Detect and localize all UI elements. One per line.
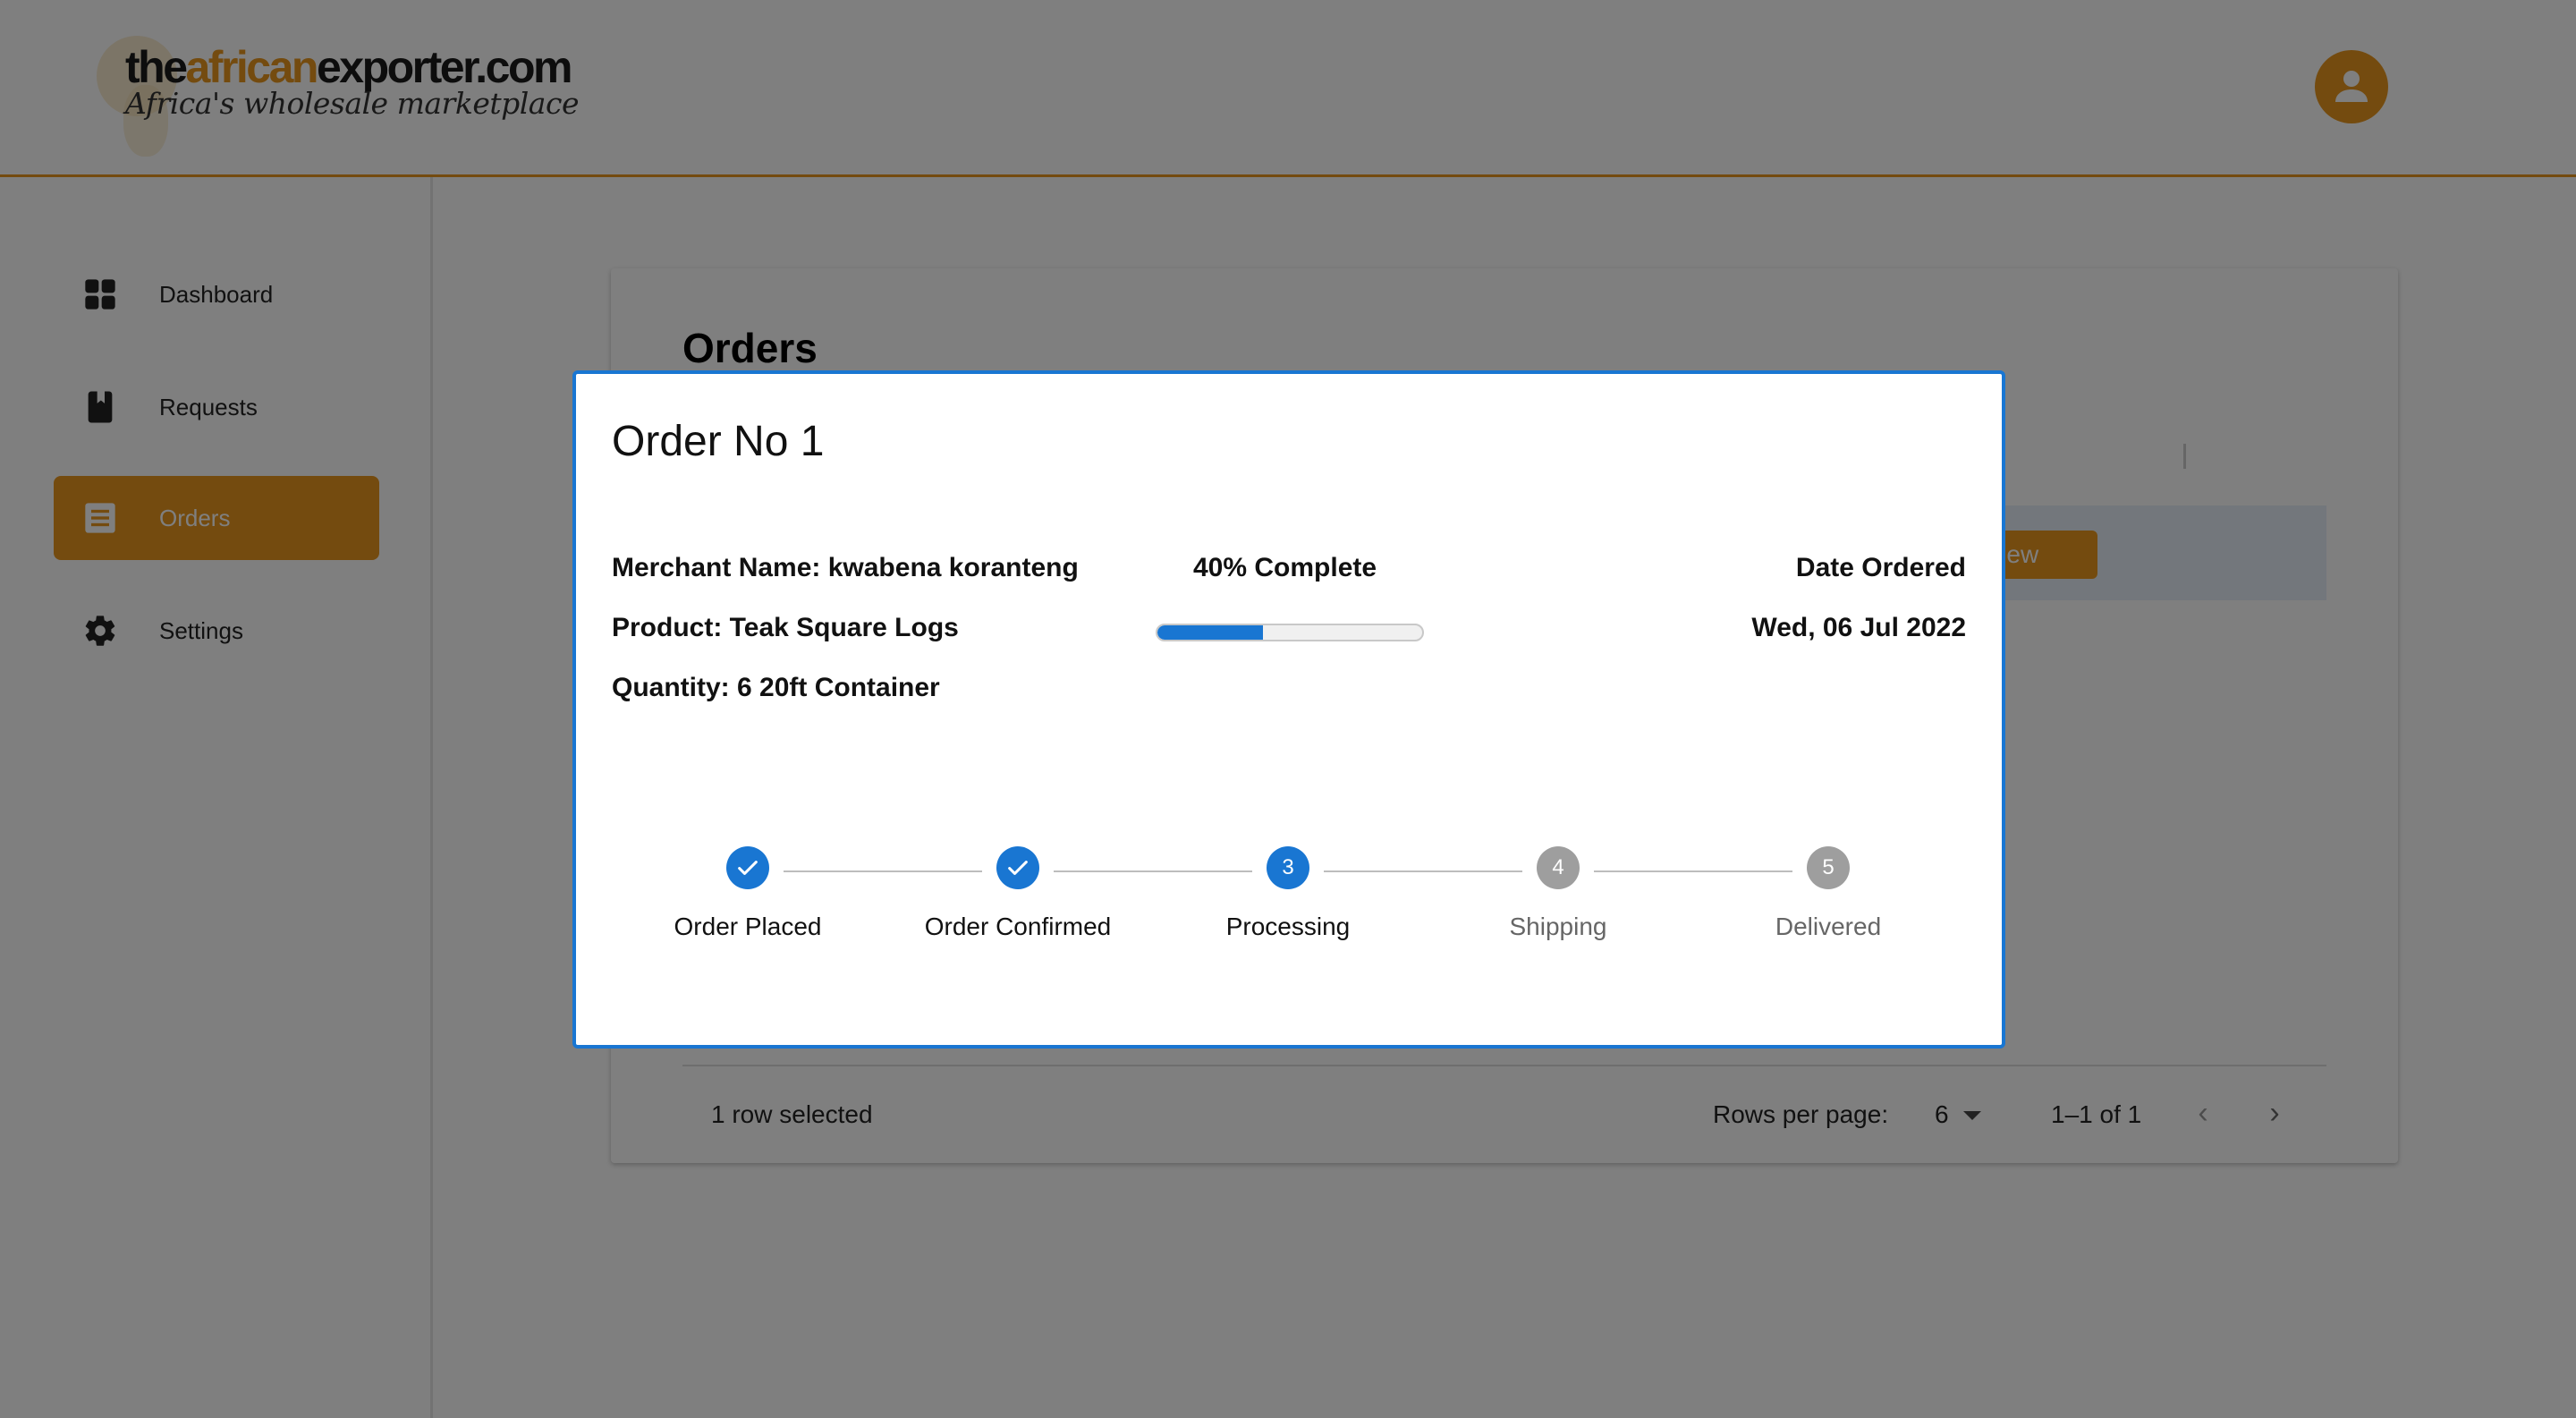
progress-bar-fill bbox=[1157, 625, 1264, 640]
step-delivered: 5 Delivered bbox=[1721, 846, 1936, 941]
step-number-badge: 4 bbox=[1537, 846, 1580, 889]
step-number-badge: 5 bbox=[1807, 846, 1850, 889]
merchant-name: Merchant Name: kwabena koranteng bbox=[612, 553, 1079, 582]
order-details-dialog: Order No 1 Merchant Name: kwabena korant… bbox=[572, 370, 2005, 1049]
product-name: Product: Teak Square Logs bbox=[612, 613, 959, 642]
check-icon bbox=[996, 846, 1039, 889]
step-shipping: 4 Shipping bbox=[1451, 846, 1665, 941]
date-ordered-label: Date Ordered bbox=[1795, 553, 1966, 582]
step-label: Order Placed bbox=[674, 913, 822, 940]
step-label: Shipping bbox=[1509, 913, 1607, 940]
step-order-confirmed: Order Confirmed bbox=[911, 846, 1125, 941]
check-icon bbox=[726, 846, 769, 889]
step-number-badge: 3 bbox=[1267, 846, 1309, 889]
dialog-title: Order No 1 bbox=[612, 418, 825, 465]
step-label: Processing bbox=[1225, 913, 1351, 940]
progress-label: 40% Complete bbox=[1193, 553, 1377, 582]
step-order-placed: Order Placed bbox=[640, 846, 855, 941]
quantity: Quantity: 6 20ft Container bbox=[612, 673, 940, 702]
step-label: Order Confirmed bbox=[924, 913, 1112, 940]
step-label: Delivered bbox=[1775, 913, 1882, 940]
step-processing: 3 Processing bbox=[1181, 846, 1395, 941]
date-ordered-value: Wed, 06 Jul 2022 bbox=[1751, 613, 1966, 642]
progress-bar bbox=[1156, 624, 1424, 641]
